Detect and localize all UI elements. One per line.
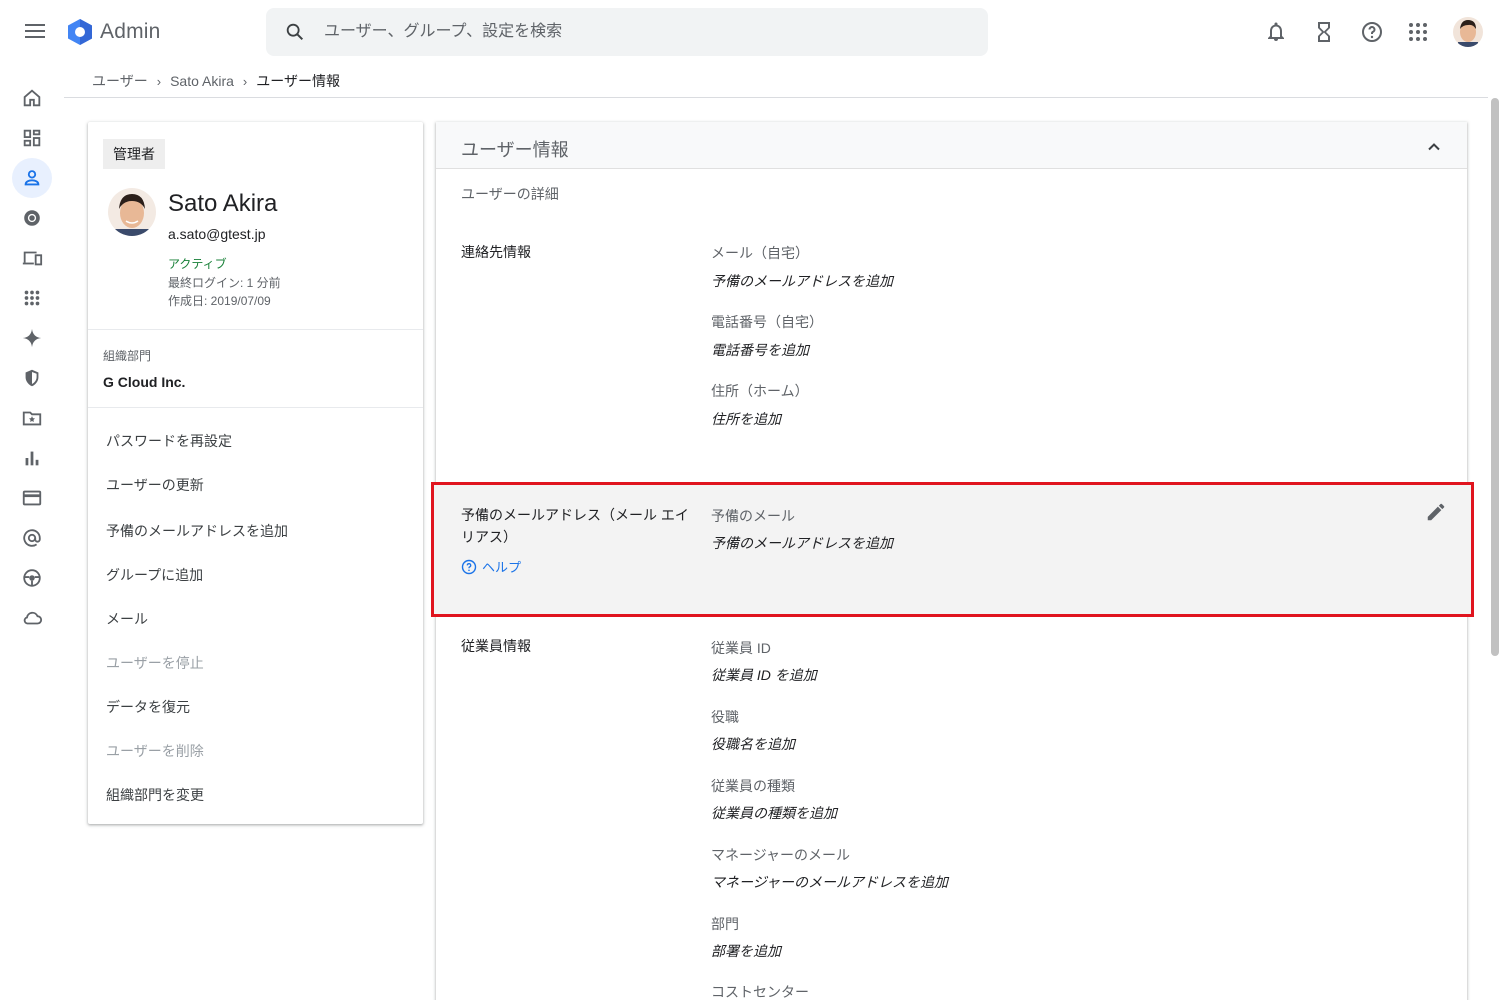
home-address-label: 住所（ホーム） (711, 383, 809, 399)
update-user-action[interactable]: ユーザーの更新 (106, 475, 204, 495)
nav-gemini-icon[interactable] (12, 318, 52, 358)
department-label: 部門 (711, 916, 739, 932)
alias-field-label: 予備のメール (711, 508, 795, 524)
alias-section-label: 予備のメールアドレス（メール エイリアス） (461, 507, 689, 545)
add-to-group-action[interactable]: グループに追加 (106, 565, 203, 585)
section-subtitle: ユーザーの詳細 (461, 186, 559, 202)
org-unit-label: 組織部門 (103, 349, 152, 363)
manager-email-label: マネージャーのメール (711, 847, 851, 863)
job-title-label: 役職 (711, 709, 739, 725)
employee-type-value[interactable]: 従業員の種類を追加 (711, 803, 837, 823)
top-app-bar: Admin (0, 0, 1500, 64)
help-link[interactable]: ヘルプ (461, 557, 521, 576)
suspend-user-action: ユーザーを停止 (106, 655, 204, 671)
nav-dashboard-icon[interactable] (12, 118, 52, 158)
nav-security-icon[interactable] (12, 358, 52, 398)
cost-center-label: コストセンター (711, 984, 809, 1000)
change-org-unit-action[interactable]: 組織部門を変更 (106, 785, 204, 805)
home-address-value[interactable]: 住所を追加 (711, 409, 781, 429)
chevron-right-icon: › (242, 73, 248, 89)
home-phone-value[interactable]: 電話番号を追加 (711, 340, 809, 360)
user-avatar (108, 188, 156, 236)
org-unit-value: G Cloud Inc. (103, 374, 186, 390)
reset-password-action[interactable]: パスワードを再設定 (106, 431, 232, 451)
breadcrumb-user[interactable]: Sato Akira (170, 73, 234, 89)
employee-section-label: 従業員情報 (461, 638, 531, 654)
divider (88, 407, 423, 408)
user-summary-card: 管理者 Sato Akira a.sato@gtest.jp アクティブ 最終ロ… (88, 122, 423, 824)
search-icon[interactable] (284, 21, 306, 43)
job-title-value[interactable]: 役職名を追加 (711, 734, 795, 754)
nav-devices-icon[interactable] (12, 238, 52, 278)
nav-account-icon[interactable] (12, 518, 52, 558)
breadcrumb: ユーザー › Sato Akira › ユーザー情報 (92, 71, 340, 91)
nav-reports-icon[interactable] (12, 438, 52, 478)
apps-grid-icon[interactable] (1406, 20, 1430, 44)
divider (88, 329, 423, 330)
nav-users-icon[interactable] (12, 158, 52, 198)
help-link-label[interactable]: ヘルプ (482, 557, 521, 576)
menu-icon[interactable] (22, 20, 48, 44)
employee-id-value[interactable]: 従業員 ID を追加 (711, 665, 817, 685)
alias-field-value[interactable]: 予備のメールアドレスを追加 (711, 533, 893, 553)
contact-section-label: 連絡先情報 (461, 244, 531, 260)
admin-logo-icon[interactable] (66, 18, 94, 46)
header-divider (64, 97, 1488, 98)
panel-title: ユーザー情報 (461, 140, 569, 160)
nav-chrome-icon[interactable] (12, 198, 52, 238)
home-email-label: メール（自宅） (711, 245, 809, 261)
edit-pencil-icon[interactable] (1425, 501, 1447, 523)
nav-home-icon[interactable] (12, 78, 52, 118)
home-phone-label: 電話番号（自宅） (711, 314, 823, 330)
panel-header[interactable]: ユーザー情報 (436, 122, 1467, 169)
help-circle-icon (461, 559, 477, 574)
nav-apps-icon[interactable] (12, 278, 52, 318)
nav-storage-icon[interactable] (12, 398, 52, 438)
nav-billing-icon[interactable] (12, 478, 52, 518)
restore-data-action[interactable]: データを復元 (106, 697, 190, 717)
breadcrumb-users[interactable]: ユーザー (92, 71, 148, 91)
tasks-hourglass-icon[interactable] (1312, 20, 1336, 44)
search-box[interactable] (266, 8, 988, 56)
nav-rules-icon[interactable] (12, 558, 52, 598)
employee-type-label: 従業員の種類 (711, 778, 795, 794)
home-email-value[interactable]: 予備のメールアドレスを追加 (711, 271, 893, 291)
chevron-up-icon[interactable] (1424, 137, 1444, 157)
scrollbar-thumb[interactable] (1491, 98, 1499, 656)
search-input[interactable] (324, 8, 964, 56)
employee-id-label: 従業員 ID (711, 640, 771, 656)
help-icon[interactable] (1360, 20, 1384, 44)
delete-user-action: ユーザーを削除 (106, 743, 204, 759)
notifications-icon[interactable] (1264, 20, 1288, 44)
last-login: 最終ログイン: 1 分前 (168, 276, 281, 290)
chevron-right-icon: › (156, 73, 162, 89)
manager-email-value[interactable]: マネージャーのメールアドレスを追加 (711, 872, 948, 892)
add-alias-action[interactable]: 予備のメールアドレスを追加 (106, 521, 288, 541)
app-title[interactable]: Admin (100, 20, 161, 44)
user-email: a.sato@gtest.jp (168, 226, 266, 242)
email-alias-row-highlight[interactable] (431, 482, 1474, 617)
created-date: 作成日: 2019/07/09 (168, 294, 271, 308)
breadcrumb-current: ユーザー情報 (256, 73, 340, 89)
mail-action[interactable]: メール (106, 609, 148, 629)
role-badge: 管理者 (103, 139, 165, 169)
status-badge: アクティブ (168, 257, 227, 271)
account-avatar[interactable] (1453, 17, 1483, 47)
user-name: Sato Akira (168, 190, 278, 217)
department-value[interactable]: 部署を追加 (711, 941, 781, 961)
nav-cloud-icon[interactable] (12, 598, 52, 638)
